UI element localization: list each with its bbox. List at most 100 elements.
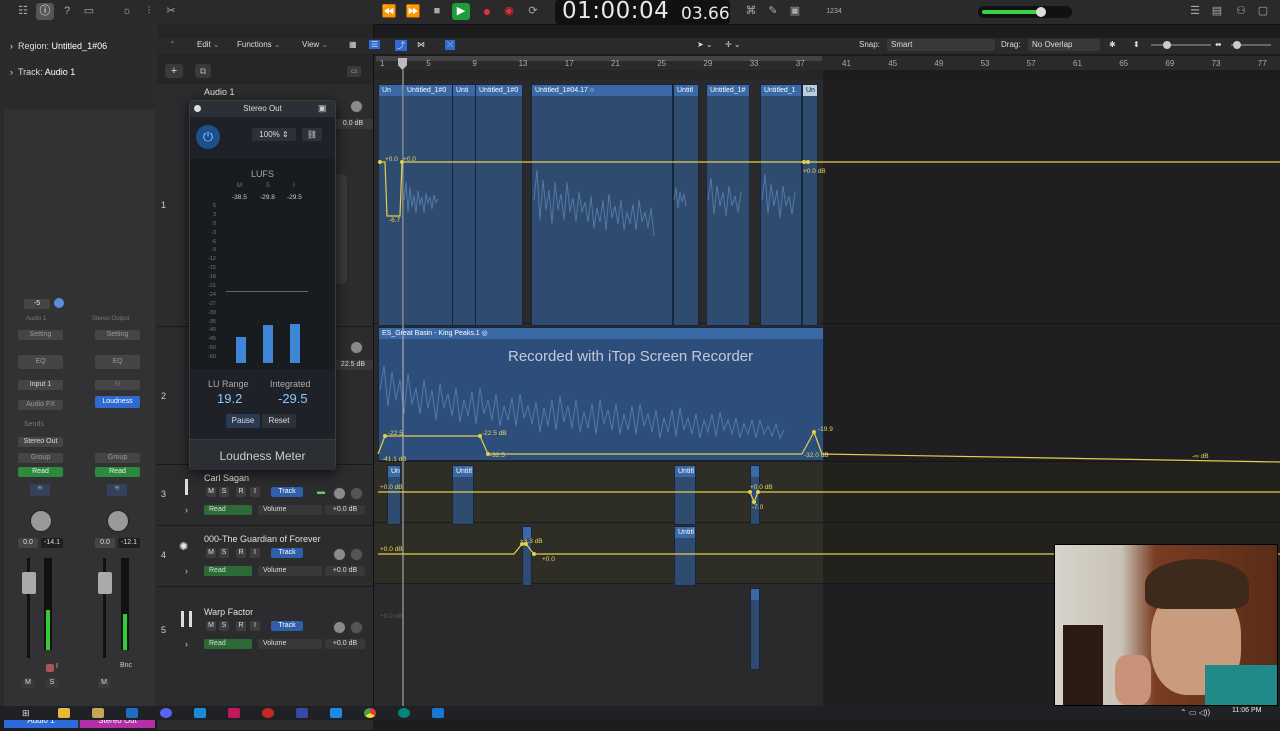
track-volume[interactable]: 22.5 dB (333, 360, 373, 370)
app-icon[interactable] (194, 708, 206, 718)
mute-button[interactable]: M (22, 678, 34, 688)
solo-button[interactable]: S (219, 487, 229, 497)
track-name[interactable]: Audio 1 (204, 87, 235, 97)
functions-menu[interactable]: Functions ⌄ (237, 40, 281, 49)
catch-icon[interactable]: ⤫ (445, 40, 456, 50)
rewind-icon[interactable]: ⏪ (380, 3, 398, 20)
solo-button[interactable]: S (46, 678, 58, 688)
edit-menu[interactable]: Edit ⌄ (197, 40, 220, 49)
track-pan-knob[interactable] (333, 487, 346, 500)
track-automation-button[interactable]: Track (271, 487, 303, 497)
editors-icon[interactable]: ✂ (162, 3, 180, 20)
input-monitor-button[interactable]: I (56, 663, 58, 670)
task-view-icon[interactable]: ⊞ (22, 708, 34, 718)
track-header-4[interactable]: 4 ✺ 000-The Guardian of Forever M S R I … (157, 526, 373, 587)
vertical-zoom-slider[interactable] (1151, 41, 1211, 49)
automation-mode-button[interactable]: Read (204, 505, 252, 515)
add-track-button[interactable]: + (165, 64, 183, 78)
app-icon[interactable] (228, 708, 240, 718)
note-pad-icon[interactable]: ▤ (1208, 3, 1226, 20)
horizontal-zoom-icon[interactable]: ⬌ (1215, 40, 1222, 49)
record-button[interactable]: R (236, 548, 246, 558)
list-editors-icon[interactable]: ☰ (1186, 3, 1204, 20)
disclosure-icon[interactable]: › (10, 41, 18, 51)
input-monitor-button[interactable]: I (250, 548, 260, 558)
solo-button[interactable]: S (219, 548, 229, 558)
app-icon[interactable] (398, 708, 410, 718)
chrome-icon[interactable] (364, 708, 376, 718)
track-name[interactable]: Carl Sagan (204, 473, 249, 483)
list-view-icon[interactable]: ☰ (369, 40, 381, 49)
track-inspector-row[interactable]: › Track: Audio 1 (10, 67, 75, 77)
track-send-knob[interactable] (350, 621, 363, 634)
app-icon[interactable] (330, 708, 342, 718)
loudness-plugin-slot[interactable]: Loudness (95, 396, 140, 408)
app-icon[interactable] (296, 708, 308, 718)
track-pan-knob[interactable] (350, 100, 363, 113)
track-volume[interactable]: 0.0 dB (333, 119, 373, 129)
app-icon[interactable] (262, 708, 274, 718)
app-icon[interactable] (92, 708, 104, 718)
mute-button[interactable]: M (206, 621, 216, 631)
track-pan-knob[interactable] (333, 548, 346, 561)
smart-controls-icon[interactable]: ☼ (118, 3, 136, 20)
group-slot[interactable]: Group (95, 453, 140, 463)
browser-icon[interactable]: ▢ (1254, 3, 1272, 20)
flex-icon[interactable]: ⋈ (417, 40, 425, 49)
grid-view-icon[interactable]: ▦ (349, 40, 357, 49)
output-slot[interactable]: Stereo Out (18, 437, 63, 447)
waveform-icon[interactable]: ≋ (107, 484, 127, 496)
playhead-handle[interactable] (398, 58, 407, 70)
view-menu[interactable]: View ⌄ (302, 40, 328, 49)
master-volume-slider[interactable] (978, 6, 1072, 18)
vertical-zoom-icon[interactable]: ⬍ (1133, 40, 1140, 49)
fader-cap[interactable] (22, 572, 36, 594)
automation-mode-button[interactable]: Read (204, 566, 252, 576)
count-in-button[interactable]: 1234 (822, 3, 846, 20)
track-pan-knob[interactable] (333, 621, 346, 634)
link-icon[interactable]: ⛓ (302, 128, 322, 141)
slider-knob[interactable] (1233, 41, 1241, 49)
disclosure-icon[interactable]: › (185, 566, 188, 576)
record-button[interactable]: R (236, 487, 246, 497)
solo-button[interactable]: S (219, 621, 229, 631)
track-pan-knob[interactable] (350, 341, 363, 354)
horizontal-zoom-slider[interactable] (1231, 41, 1271, 49)
pan-knob-icon[interactable] (54, 298, 64, 308)
waveform-icon[interactable]: ≋ (30, 484, 50, 496)
library-icon[interactable]: ☷ (14, 3, 32, 20)
capture-record-icon[interactable]: ◉ (500, 3, 518, 20)
slider-knob[interactable] (1163, 41, 1171, 49)
count-icon[interactable]: ▣ (786, 3, 804, 20)
fader-cap[interactable] (98, 572, 112, 594)
track-name[interactable]: Warp Factor (204, 607, 253, 617)
plugin-titlebar[interactable]: Stereo Out ▣ (190, 101, 335, 117)
record-button[interactable]: R (236, 621, 246, 631)
disclosure-icon[interactable]: › (10, 67, 18, 77)
volume-fader[interactable] (22, 558, 36, 658)
track-name[interactable]: 000-The Guardian of Forever (204, 534, 321, 544)
mute-button[interactable]: M (206, 548, 216, 558)
discord-icon[interactable] (160, 708, 172, 718)
global-tracks-icon[interactable]: ▭ (347, 66, 361, 77)
input-monitor-button[interactable]: I (250, 621, 260, 631)
lcd-display[interactable]: 01:00:04 03.66 (555, 0, 730, 24)
stop-icon[interactable]: ■ (428, 3, 446, 20)
automation-value[interactable]: +0.0 dB (325, 566, 365, 576)
track-send-knob[interactable] (350, 487, 363, 500)
automation-parameter[interactable]: Volume (258, 505, 322, 515)
automation-parameter[interactable]: Volume (258, 566, 322, 576)
setting-button[interactable]: Setting (18, 330, 63, 340)
power-icon[interactable]: ⏻ (196, 125, 220, 149)
waveform-zoom-icon[interactable]: ✱ (1109, 40, 1116, 49)
track-header-3[interactable]: 3 Carl Sagan M S R I Track ▬ › Read Volu… (157, 465, 373, 526)
help-icon[interactable]: ? (58, 3, 76, 20)
track-automation-button[interactable]: Track (271, 548, 303, 558)
mixer-icon[interactable]: ⫶ (140, 3, 158, 20)
volume-readout[interactable]: 0.0 (95, 538, 115, 548)
tuner-icon[interactable]: ⌘ (742, 3, 760, 20)
percent-select[interactable]: 100% ⇕ (252, 128, 296, 141)
disclosure-icon[interactable]: › (185, 505, 188, 515)
eq-button[interactable]: EQ (95, 355, 140, 369)
back-icon[interactable]: ⌃ (169, 40, 176, 49)
